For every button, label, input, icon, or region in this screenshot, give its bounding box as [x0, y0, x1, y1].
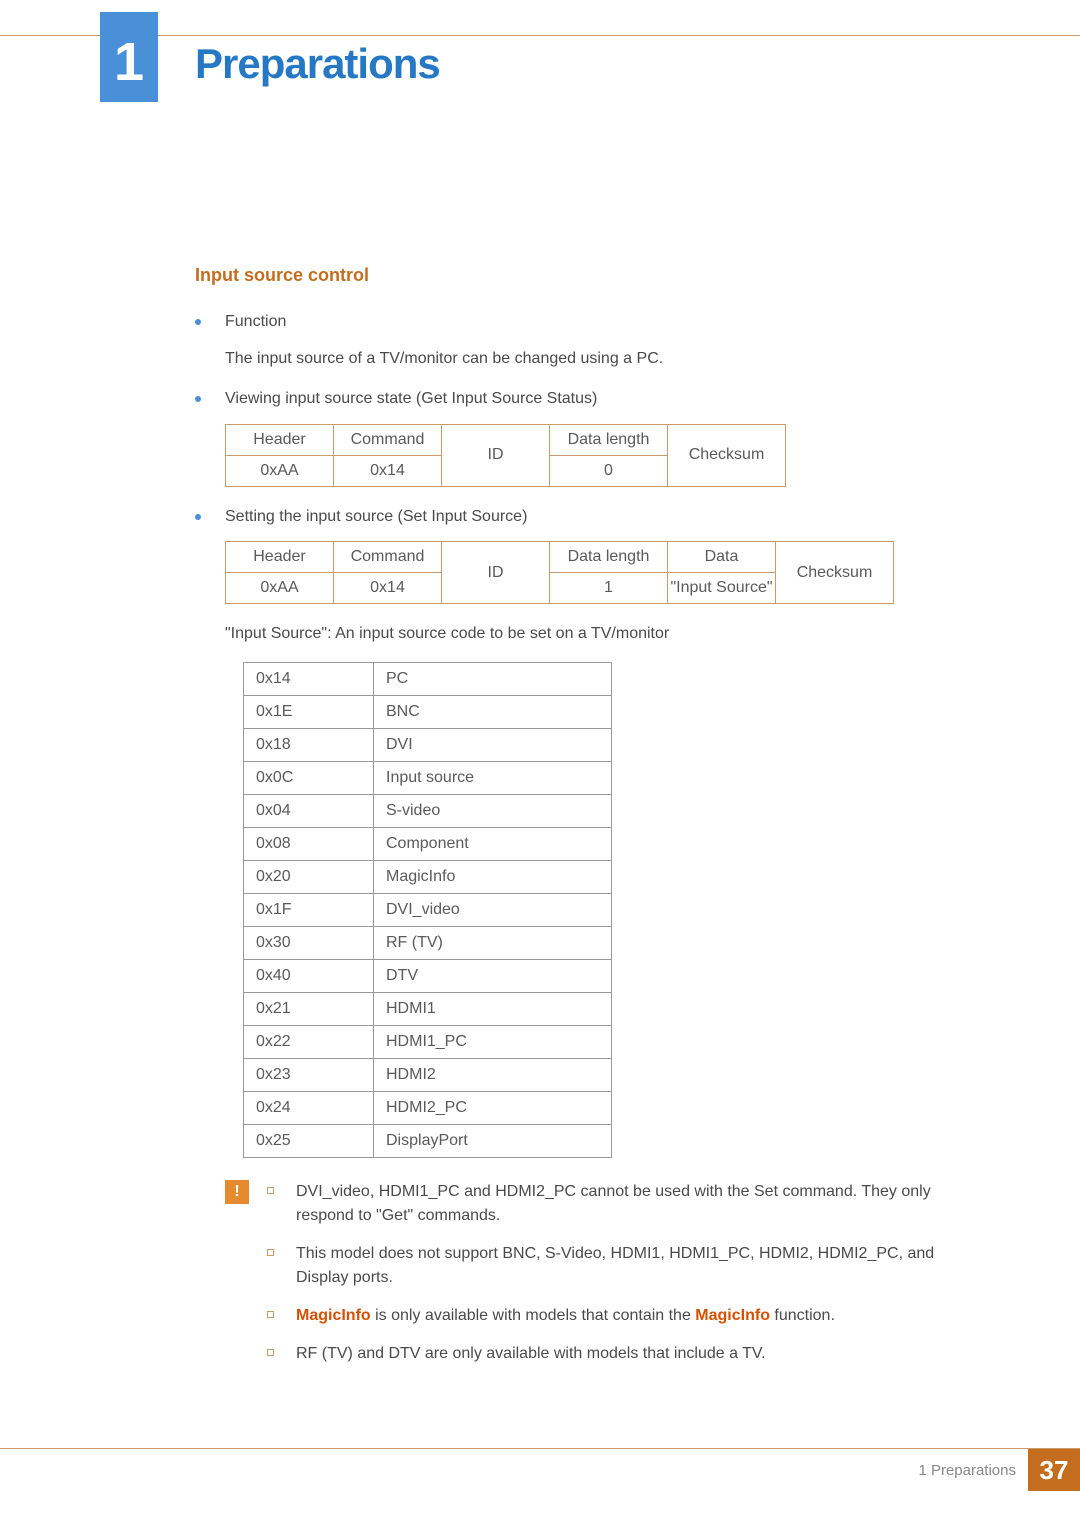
bullet-item: Viewing input source state (Get Input So…	[195, 387, 935, 412]
td-datalen: 0	[550, 455, 668, 486]
bullet-text: Function	[225, 310, 935, 335]
table-row: 0x0CInput source	[244, 762, 612, 795]
code-name: HDMI1	[374, 993, 612, 1026]
td-header: 0xAA	[226, 573, 334, 604]
section-title: Input source control	[195, 265, 369, 286]
th-id: ID	[442, 424, 550, 486]
code-name: DTV	[374, 960, 612, 993]
code-name: RF (TV)	[374, 927, 612, 960]
notice-text: This model does not support BNC, S-Video…	[296, 1242, 935, 1290]
table-row: 0x1FDVI_video	[244, 894, 612, 927]
table-row: 0x04S-video	[244, 795, 612, 828]
bullet-text: Viewing input source state (Get Input So…	[225, 387, 935, 412]
notice-item: RF (TV) and DTV are only available with …	[267, 1342, 935, 1366]
code-name: HDMI1_PC	[374, 1026, 612, 1059]
code-name: BNC	[374, 696, 612, 729]
code-name: Input source	[374, 762, 612, 795]
td-command: 0x14	[334, 573, 442, 604]
caption: "Input Source": An input source code to …	[225, 622, 935, 646]
code-name: S-video	[374, 795, 612, 828]
code-name: DisplayPort	[374, 1125, 612, 1158]
bullet-item: Function	[195, 310, 935, 335]
th-id: ID	[442, 542, 550, 604]
notice-text: DVI_video, HDMI1_PC and HDMI2_PC cannot …	[296, 1180, 935, 1228]
notice-block: ! DVI_video, HDMI1_PC and HDMI2_PC canno…	[225, 1180, 935, 1380]
chapter-tab: 1	[100, 12, 158, 102]
table-row: 0x25DisplayPort	[244, 1125, 612, 1158]
code-value: 0x30	[244, 927, 374, 960]
th-datalen: Data length	[550, 424, 668, 455]
table-row: 0x22HDMI1_PC	[244, 1026, 612, 1059]
notice-text: MagicInfo is only available with models …	[296, 1304, 835, 1328]
th-header: Header	[226, 542, 334, 573]
code-value: 0x23	[244, 1059, 374, 1092]
table-row: 0x08Component	[244, 828, 612, 861]
td-header: 0xAA	[226, 455, 334, 486]
th-header: Header	[226, 424, 334, 455]
td-datalen: 1	[550, 573, 668, 604]
source-codes-table: 0x14PC0x1EBNC0x18DVI0x0CInput source0x04…	[243, 662, 612, 1158]
content-area: Function The input source of a TV/monito…	[195, 310, 935, 1380]
code-value: 0x1F	[244, 894, 374, 927]
code-name: DVI_video	[374, 894, 612, 927]
table-row: 0x24HDMI2_PC	[244, 1092, 612, 1125]
table-row: 0x14PC	[244, 663, 612, 696]
bullet-subtext: The input source of a TV/monitor can be …	[225, 347, 935, 371]
td-data: "Input Source"	[668, 573, 776, 604]
notice-item: MagicInfo is only available with models …	[267, 1304, 935, 1328]
top-rule	[0, 35, 1080, 36]
get-command-table: Header Command ID Data length Checksum 0…	[225, 424, 786, 487]
table-row: 0x20MagicInfo	[244, 861, 612, 894]
notice-text: RF (TV) and DTV are only available with …	[296, 1342, 766, 1366]
notice-item: This model does not support BNC, S-Video…	[267, 1242, 935, 1290]
th-data: Data	[668, 542, 776, 573]
square-bullet-icon	[267, 1311, 274, 1318]
code-value: 0x20	[244, 861, 374, 894]
warning-icon: !	[225, 1180, 249, 1204]
bullet-icon	[195, 396, 201, 402]
square-bullet-icon	[267, 1349, 274, 1356]
code-value: 0x22	[244, 1026, 374, 1059]
footer-text: 1 Preparations	[918, 1462, 1016, 1479]
bullet-text: Setting the input source (Set Input Sour…	[225, 505, 935, 530]
code-value: 0x21	[244, 993, 374, 1026]
code-name: Component	[374, 828, 612, 861]
th-command: Command	[334, 542, 442, 573]
code-value: 0x1E	[244, 696, 374, 729]
table-row: 0x18DVI	[244, 729, 612, 762]
page-title: Preparations	[195, 40, 440, 88]
footer: 1 Preparations 37	[918, 1449, 1080, 1491]
code-value: 0x18	[244, 729, 374, 762]
page-number: 37	[1028, 1449, 1080, 1491]
table-row: 0x30RF (TV)	[244, 927, 612, 960]
table-row: 0x21HDMI1	[244, 993, 612, 1026]
table-row: 0x1EBNC	[244, 696, 612, 729]
code-name: DVI	[374, 729, 612, 762]
code-value: 0x25	[244, 1125, 374, 1158]
th-checksum: Checksum	[668, 424, 786, 486]
code-value: 0x04	[244, 795, 374, 828]
notice-item: DVI_video, HDMI1_PC and HDMI2_PC cannot …	[267, 1180, 935, 1228]
code-value: 0x08	[244, 828, 374, 861]
code-name: PC	[374, 663, 612, 696]
table-row: 0x40DTV	[244, 960, 612, 993]
code-value: 0x14	[244, 663, 374, 696]
code-name: HDMI2_PC	[374, 1092, 612, 1125]
bullet-icon	[195, 319, 201, 325]
th-command: Command	[334, 424, 442, 455]
square-bullet-icon	[267, 1187, 274, 1194]
code-value: 0x24	[244, 1092, 374, 1125]
code-name: MagicInfo	[374, 861, 612, 894]
bullet-item: Setting the input source (Set Input Sour…	[195, 505, 935, 530]
th-datalen: Data length	[550, 542, 668, 573]
set-command-table: Header Command ID Data length Data Check…	[225, 541, 894, 604]
bullet-icon	[195, 514, 201, 520]
code-value: 0x40	[244, 960, 374, 993]
square-bullet-icon	[267, 1249, 274, 1256]
th-checksum: Checksum	[776, 542, 894, 604]
td-command: 0x14	[334, 455, 442, 486]
code-value: 0x0C	[244, 762, 374, 795]
code-name: HDMI2	[374, 1059, 612, 1092]
table-row: 0x23HDMI2	[244, 1059, 612, 1092]
